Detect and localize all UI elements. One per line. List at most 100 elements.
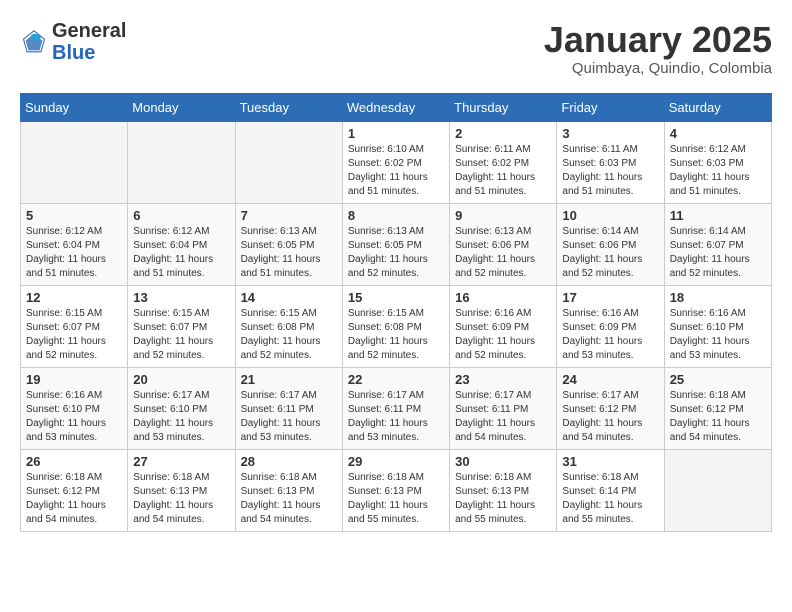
day-number: 16 xyxy=(455,290,551,305)
day-number: 29 xyxy=(348,454,444,469)
day-number: 26 xyxy=(26,454,122,469)
day-number: 1 xyxy=(348,126,444,141)
day-cell-21: 21Sunrise: 6:17 AMSunset: 6:11 PMDayligh… xyxy=(235,367,342,449)
weekday-header-sunday: Sunday xyxy=(21,93,128,121)
logo: General Blue xyxy=(20,20,126,64)
day-cell-2: 2 Sunrise: 6:11 AMSunset: 6:02 PMDaylight… xyxy=(450,121,557,203)
week-row-5: 26 Sunrise: 6:18 AMSunset: 6:12 PMDayligh… xyxy=(21,449,772,531)
day-info: Sunrise: 6:15 AMSunset: 6:07 PMDaylight:… xyxy=(26,307,122,363)
day-info: Sunrise: 6:17 AMSunset: 6:11 PMDaylight:… xyxy=(455,389,551,445)
title-block: January 2025 Quimbaya, Quindio, Colombia xyxy=(544,20,772,77)
day-cell-empty xyxy=(128,121,235,203)
day-info: Sunrise: 6:11 AMSunset: 6:02 PMDaylight:… xyxy=(455,143,551,199)
day-info: Sunrise: 6:18 AMSunset: 6:14 PMDaylight:… xyxy=(562,471,658,527)
day-number: 10 xyxy=(562,208,658,223)
day-info: Sunrise: 6:18 AMSunset: 6:13 PMDaylight:… xyxy=(133,471,229,527)
day-number: 7 xyxy=(241,208,337,223)
day-number: 22 xyxy=(348,372,444,387)
day-number: 24 xyxy=(562,372,658,387)
day-info: Sunrise: 6:15 AMSunset: 6:08 PMDaylight:… xyxy=(348,307,444,363)
day-info: Sunrise: 6:12 AMSunset: 6:03 PMDaylight:… xyxy=(670,143,766,199)
day-cell-24: 24 Sunrise: 6:17 AMSunset: 6:12 PMDayligh… xyxy=(557,367,664,449)
weekday-header-saturday: Saturday xyxy=(664,93,771,121)
day-number: 5 xyxy=(26,208,122,223)
day-info: Sunrise: 6:18 AMSunset: 6:13 PMDaylight:… xyxy=(241,471,337,527)
day-cell-20: 20 Sunrise: 6:17 AMSunset: 6:10 PMDayligh… xyxy=(128,367,235,449)
day-number: 15 xyxy=(348,290,444,305)
day-info: Sunrise: 6:12 AMSunset: 6:04 PMDaylight:… xyxy=(26,225,122,281)
day-number: 20 xyxy=(133,372,229,387)
day-info: Sunrise: 6:18 AMSunset: 6:13 PMDaylight:… xyxy=(348,471,444,527)
day-number: 23 xyxy=(455,372,551,387)
day-cell-26: 26 Sunrise: 6:18 AMSunset: 6:12 PMDayligh… xyxy=(21,449,128,531)
day-cell-23: 23 Sunrise: 6:17 AMSunset: 6:11 PMDayligh… xyxy=(450,367,557,449)
day-number: 8 xyxy=(348,208,444,223)
day-number: 2 xyxy=(455,126,551,141)
day-cell-12: 12 Sunrise: 6:15 AMSunset: 6:07 PMDayligh… xyxy=(21,285,128,367)
day-cell-16: 16Sunrise: 6:16 AMSunset: 6:09 PMDayligh… xyxy=(450,285,557,367)
day-cell-8: 8 Sunrise: 6:13 AMSunset: 6:05 PMDaylight… xyxy=(342,203,449,285)
weekday-header-monday: Monday xyxy=(128,93,235,121)
day-cell-6: 6 Sunrise: 6:12 AMSunset: 6:04 PMDaylight… xyxy=(128,203,235,285)
day-info: Sunrise: 6:17 AMSunset: 6:11 PMDaylight:… xyxy=(348,389,444,445)
day-cell-empty xyxy=(664,449,771,531)
day-cell-31: 31 Sunrise: 6:18 AMSunset: 6:14 PMDayligh… xyxy=(557,449,664,531)
day-info: Sunrise: 6:17 AMSunset: 6:12 PMDaylight:… xyxy=(562,389,658,445)
day-cell-11: 11Sunrise: 6:14 AMSunset: 6:07 PMDayligh… xyxy=(664,203,771,285)
day-number: 28 xyxy=(241,454,337,469)
day-number: 4 xyxy=(670,126,766,141)
day-cell-empty xyxy=(235,121,342,203)
day-cell-10: 10 Sunrise: 6:14 AMSunset: 6:06 PMDayligh… xyxy=(557,203,664,285)
day-info: Sunrise: 6:18 AMSunset: 6:12 PMDaylight:… xyxy=(26,471,122,527)
day-cell-14: 14 Sunrise: 6:15 AMSunset: 6:08 PMDayligh… xyxy=(235,285,342,367)
day-info: Sunrise: 6:16 AMSunset: 6:10 PMDaylight:… xyxy=(670,307,766,363)
day-info: Sunrise: 6:13 AMSunset: 6:05 PMDaylight:… xyxy=(241,225,337,281)
weekday-header-friday: Friday xyxy=(557,93,664,121)
day-cell-22: 22 Sunrise: 6:17 AMSunset: 6:11 PMDayligh… xyxy=(342,367,449,449)
week-row-2: 5 Sunrise: 6:12 AMSunset: 6:04 PMDaylight… xyxy=(21,203,772,285)
weekday-header-row: SundayMondayTuesdayWednesdayThursdayFrid… xyxy=(21,93,772,121)
day-info: Sunrise: 6:14 AMSunset: 6:06 PMDaylight:… xyxy=(562,225,658,281)
day-cell-empty xyxy=(21,121,128,203)
logo-text: General Blue xyxy=(52,20,126,64)
day-number: 17 xyxy=(562,290,658,305)
day-cell-3: 3Sunrise: 6:11 AMSunset: 6:03 PMDaylight… xyxy=(557,121,664,203)
logo-icon xyxy=(20,28,48,56)
day-number: 13 xyxy=(133,290,229,305)
day-info: Sunrise: 6:16 AMSunset: 6:09 PMDaylight:… xyxy=(562,307,658,363)
day-cell-4: 4 Sunrise: 6:12 AMSunset: 6:03 PMDaylight… xyxy=(664,121,771,203)
day-number: 12 xyxy=(26,290,122,305)
day-number: 30 xyxy=(455,454,551,469)
day-number: 31 xyxy=(562,454,658,469)
day-info: Sunrise: 6:17 AMSunset: 6:10 PMDaylight:… xyxy=(133,389,229,445)
week-row-3: 12 Sunrise: 6:15 AMSunset: 6:07 PMDayligh… xyxy=(21,285,772,367)
day-cell-15: 15 Sunrise: 6:15 AMSunset: 6:08 PMDayligh… xyxy=(342,285,449,367)
day-cell-5: 5 Sunrise: 6:12 AMSunset: 6:04 PMDaylight… xyxy=(21,203,128,285)
day-info: Sunrise: 6:13 AMSunset: 6:05 PMDaylight:… xyxy=(348,225,444,281)
month-title: January 2025 xyxy=(544,20,772,60)
day-cell-1: 1 Sunrise: 6:10 AMSunset: 6:02 PMDaylight… xyxy=(342,121,449,203)
day-number: 14 xyxy=(241,290,337,305)
day-cell-13: 13Sunrise: 6:15 AMSunset: 6:07 PMDayligh… xyxy=(128,285,235,367)
day-cell-19: 19Sunrise: 6:16 AMSunset: 6:10 PMDayligh… xyxy=(21,367,128,449)
day-cell-7: 7 Sunrise: 6:13 AMSunset: 6:05 PMDaylight… xyxy=(235,203,342,285)
day-number: 9 xyxy=(455,208,551,223)
day-info: Sunrise: 6:18 AMSunset: 6:13 PMDaylight:… xyxy=(455,471,551,527)
day-cell-9: 9 Sunrise: 6:13 AMSunset: 6:06 PMDaylight… xyxy=(450,203,557,285)
day-number: 21 xyxy=(241,372,337,387)
weekday-header-wednesday: Wednesday xyxy=(342,93,449,121)
day-cell-17: 17 Sunrise: 6:16 AMSunset: 6:09 PMDayligh… xyxy=(557,285,664,367)
day-cell-25: 25Sunrise: 6:18 AMSunset: 6:12 PMDayligh… xyxy=(664,367,771,449)
day-info: Sunrise: 6:14 AMSunset: 6:07 PMDaylight:… xyxy=(670,225,766,281)
calendar-table: SundayMondayTuesdayWednesdayThursdayFrid… xyxy=(20,93,772,532)
day-info: Sunrise: 6:15 AMSunset: 6:08 PMDaylight:… xyxy=(241,307,337,363)
week-row-1: 1 Sunrise: 6:10 AMSunset: 6:02 PMDaylight… xyxy=(21,121,772,203)
day-cell-27: 27Sunrise: 6:18 AMSunset: 6:13 PMDayligh… xyxy=(128,449,235,531)
day-info: Sunrise: 6:13 AMSunset: 6:06 PMDaylight:… xyxy=(455,225,551,281)
day-info: Sunrise: 6:10 AMSunset: 6:02 PMDaylight:… xyxy=(348,143,444,199)
day-cell-29: 29 Sunrise: 6:18 AMSunset: 6:13 PMDayligh… xyxy=(342,449,449,531)
day-number: 18 xyxy=(670,290,766,305)
day-number: 6 xyxy=(133,208,229,223)
day-info: Sunrise: 6:12 AMSunset: 6:04 PMDaylight:… xyxy=(133,225,229,281)
weekday-header-tuesday: Tuesday xyxy=(235,93,342,121)
